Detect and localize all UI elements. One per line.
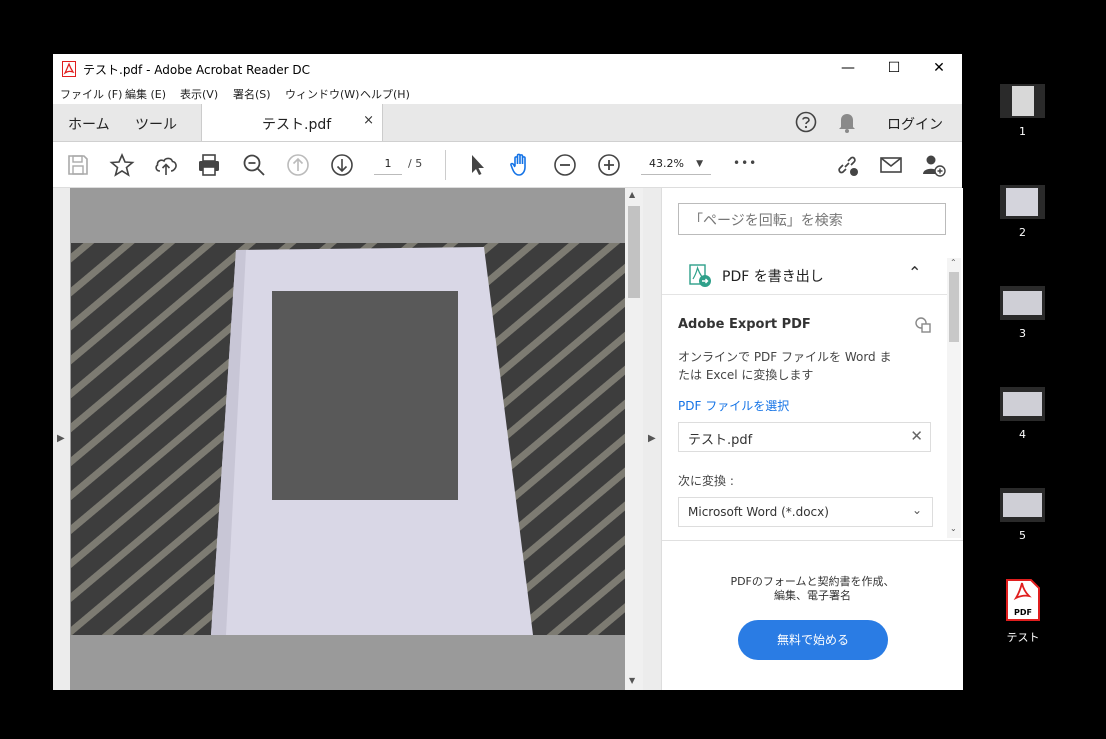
zoom-in-icon[interactable] [596, 152, 622, 178]
export-pdf-header[interactable]: PDF を書き出し ⌃ [662, 258, 947, 295]
toolbar: 1 / 5 43.2% ▼ ••• [53, 142, 962, 188]
menu-edit[interactable]: 編集 (E) [125, 86, 166, 102]
export-desc-line2: たは Excel に変換します [678, 368, 814, 382]
promo-line2: 編集、電子署名 [774, 589, 851, 602]
export-service-title: Adobe Export PDF [678, 317, 811, 332]
hand-tool-icon[interactable] [508, 152, 534, 178]
selected-file-name: テスト.pdf [688, 433, 753, 448]
clear-file-icon[interactable]: ✕ [910, 427, 923, 445]
minimize-button[interactable]: — [825, 54, 871, 84]
print-icon[interactable] [196, 152, 222, 178]
cloud-upload-icon[interactable] [153, 152, 179, 178]
chevron-up-icon[interactable]: ⌃ [908, 263, 921, 282]
export-pdf-icon [689, 264, 711, 287]
panel-scroll-up-icon[interactable]: ⌃ [950, 258, 957, 267]
start-free-button[interactable]: 無料で始める [738, 620, 888, 660]
thumbnail-label-5: 5 [1019, 529, 1026, 542]
acrobat-window: テスト.pdf - Adobe Acrobat Reader DC — ☐ ✕ … [53, 54, 963, 690]
thumbnail-label-2: 2 [1019, 226, 1026, 239]
thumbnail-label-3: 3 [1019, 327, 1026, 340]
menu-window[interactable]: ウィンドウ(W) [285, 86, 359, 102]
window-title: テスト.pdf - Adobe Acrobat Reader DC [83, 63, 311, 77]
desktop-thumbnail-4[interactable] [1000, 387, 1045, 421]
menu-sign[interactable]: 署名(S) [233, 86, 271, 102]
add-user-icon[interactable] [921, 152, 947, 178]
share-link-icon[interactable] [834, 152, 860, 178]
bookmark-star-icon[interactable] [109, 152, 135, 178]
maximize-button[interactable]: ☐ [871, 54, 917, 84]
select-pdf-link[interactable]: PDF ファイルを選択 [678, 397, 789, 414]
left-pane-toggle[interactable]: ▶ [53, 188, 70, 690]
zoom-out-search-icon[interactable] [241, 152, 267, 178]
menu-bar: ファイル (F) 編集 (E) 表示(V) 署名(S) ウィンドウ(W) ヘルプ… [53, 84, 962, 104]
convert-format-select[interactable]: Microsoft Word (*.docx) ⌄ [678, 497, 933, 527]
desktop-thumbnail-2[interactable] [1000, 185, 1045, 219]
tab-document-label: テスト.pdf [262, 117, 332, 133]
selected-file-field[interactable]: テスト.pdf ✕ [678, 422, 931, 452]
document-scrollbar[interactable]: ▲ ▼ [625, 188, 643, 690]
login-button[interactable]: ログイン [887, 114, 943, 134]
export-desc-line1: オンラインで PDF ファイルを Word ま [678, 350, 892, 364]
thumbnail-label-1: 1 [1019, 125, 1026, 138]
pdf-page-photo [71, 243, 625, 635]
menu-help[interactable]: ヘルプ(H) [360, 86, 410, 102]
pdf-file-icon[interactable]: PDF [1005, 578, 1041, 622]
zoom-level-value: 43.2% [649, 157, 684, 170]
page-number-input[interactable]: 1 [374, 154, 402, 175]
expand-left-icon: ▶ [57, 433, 65, 444]
tab-tools[interactable]: ツール [135, 114, 177, 134]
previous-page-icon[interactable] [285, 152, 311, 178]
acrobat-app-icon [62, 61, 76, 77]
tab-document[interactable]: テスト.pdf × [201, 104, 383, 141]
tab-bar: ホーム ツール テスト.pdf × ログイン [53, 104, 962, 142]
toolbar-divider [445, 150, 446, 180]
help-icon[interactable] [795, 111, 817, 133]
notification-bell-icon[interactable] [837, 111, 857, 133]
tool-search-input[interactable]: 「ページを回転」を検索 [678, 203, 946, 235]
desktop-thumbnail-5[interactable] [1000, 488, 1045, 522]
zoom-level-select[interactable]: 43.2% ▼ [641, 154, 711, 175]
scroll-up-icon[interactable]: ▲ [629, 190, 635, 199]
tab-close-button[interactable]: × [363, 113, 374, 128]
zoom-out-icon[interactable] [552, 152, 578, 178]
select-cursor-icon[interactable] [464, 152, 490, 178]
collapse-right-icon: ▶ [648, 433, 656, 444]
right-pane-toggle[interactable]: ▶ [643, 188, 661, 690]
page-photo-image [71, 243, 625, 635]
panel-scroll-thumb[interactable] [949, 272, 959, 342]
desktop-file-name: テスト [1006, 631, 1040, 644]
thumbnail-label-4: 4 [1019, 428, 1026, 441]
document-cloud-icon[interactable] [914, 316, 932, 334]
panel-scrollbar[interactable]: ⌃ ⌄ [947, 258, 961, 538]
panel-divider [662, 540, 963, 541]
convert-format-value: Microsoft Word (*.docx) [688, 505, 829, 519]
chevron-down-icon: ▼ [696, 159, 703, 169]
convert-to-label: 次に変換 : [678, 474, 734, 488]
desktop-thumbnail-1[interactable] [1000, 84, 1045, 118]
title-bar: テスト.pdf - Adobe Acrobat Reader DC — ☐ ✕ [53, 54, 962, 84]
page-total: / 5 [408, 157, 423, 170]
email-icon[interactable] [878, 152, 904, 178]
menu-file[interactable]: ファイル (F) [60, 86, 122, 102]
next-page-icon[interactable] [329, 152, 355, 178]
tab-home[interactable]: ホーム [68, 114, 110, 134]
document-view[interactable]: ▶ ▲ ▼ ▶ [53, 188, 661, 690]
pdf-file-icon-label: PDF [1014, 608, 1032, 617]
document-scroll-thumb[interactable] [628, 206, 640, 298]
chevron-down-icon: ⌄ [911, 503, 922, 517]
save-icon[interactable] [65, 152, 91, 178]
tools-panel: 「ページを回転」を検索 PDF を書き出し ⌃ Adobe Export PDF… [661, 188, 963, 690]
scroll-down-icon[interactable]: ▼ [629, 676, 635, 685]
menu-view[interactable]: 表示(V) [180, 86, 218, 102]
desktop-thumbnail-3[interactable] [1000, 286, 1045, 320]
more-tools-icon[interactable]: ••• [733, 156, 757, 170]
panel-scroll-down-icon[interactable]: ⌄ [950, 524, 957, 533]
close-window-button[interactable]: ✕ [916, 54, 962, 84]
export-pdf-title: PDF を書き出し [722, 269, 824, 285]
